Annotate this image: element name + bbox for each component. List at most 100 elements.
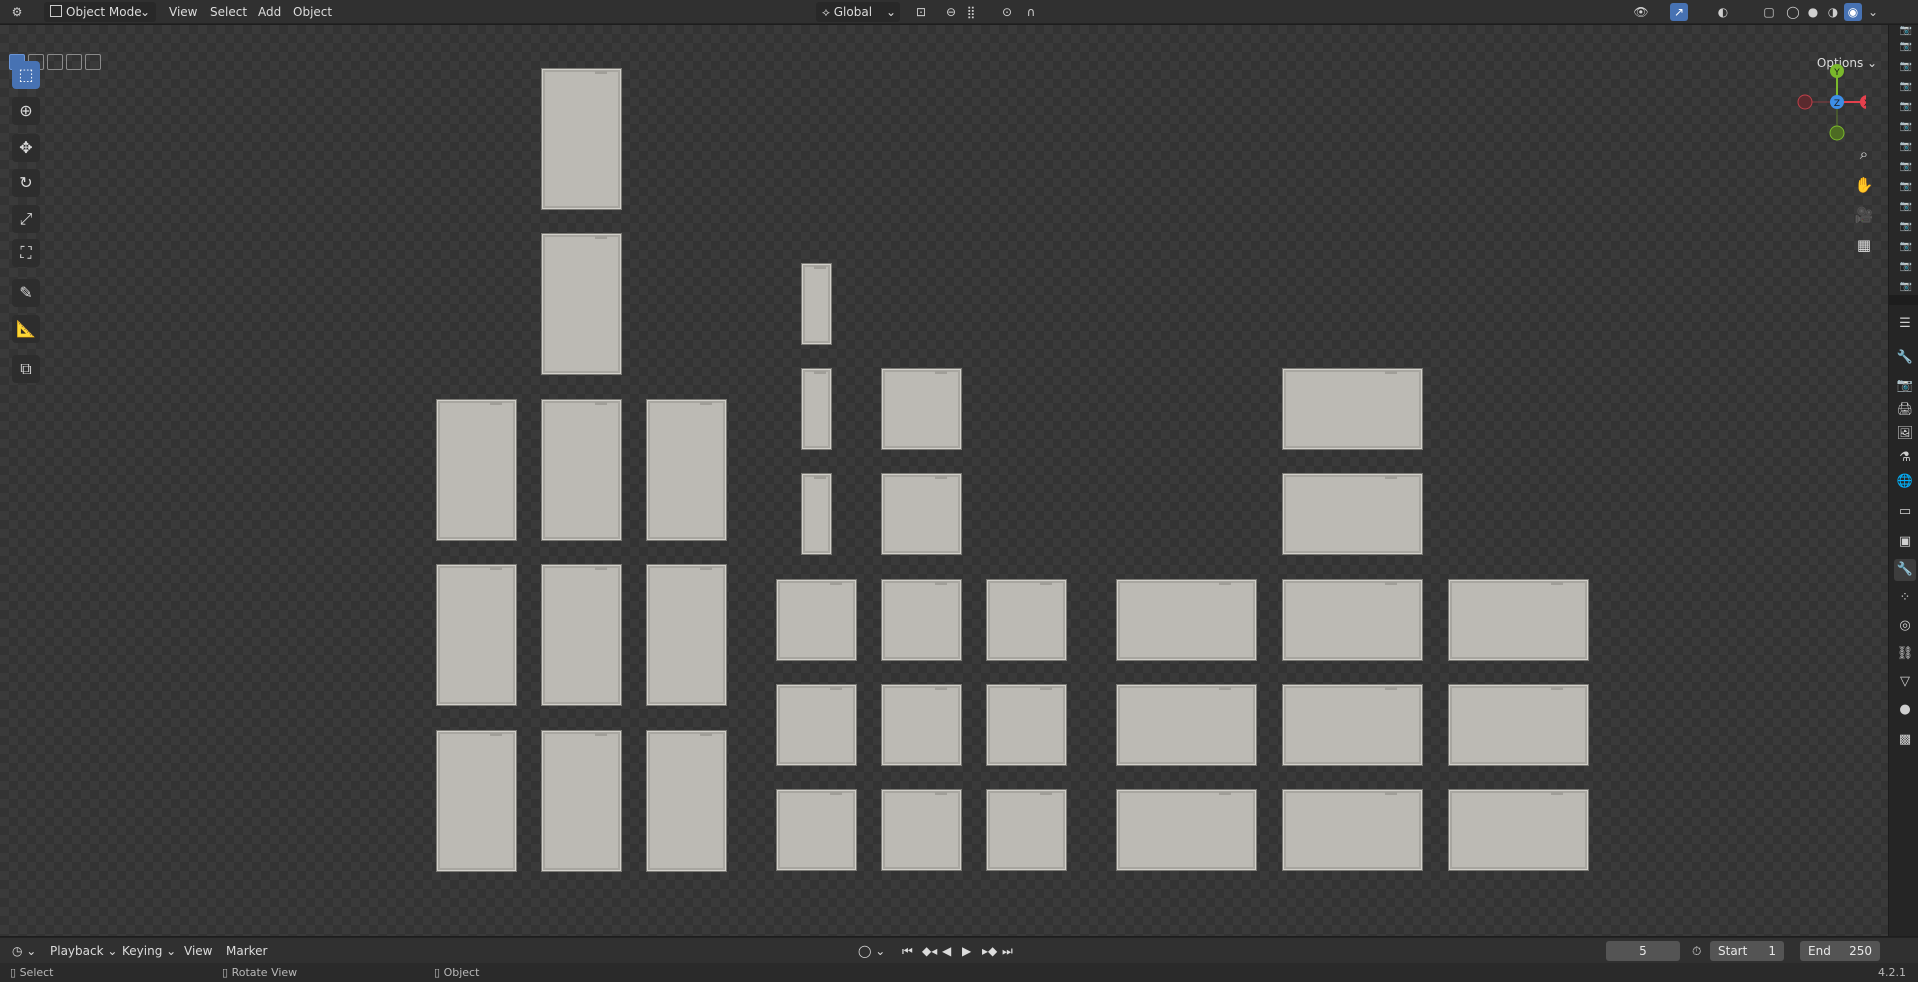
plane-object[interactable] xyxy=(986,684,1067,766)
plane-object[interactable] xyxy=(881,473,962,555)
plane-object[interactable] xyxy=(1116,789,1257,871)
properties-editor-icon[interactable]: ☰ xyxy=(1894,313,1916,335)
select-intersect-icon[interactable] xyxy=(85,54,101,70)
plane-object[interactable] xyxy=(1282,684,1423,766)
plane-object[interactable] xyxy=(541,399,622,541)
shading-options-icon[interactable]: ⌄ xyxy=(1864,3,1882,21)
plane-object[interactable] xyxy=(1282,789,1423,871)
constraints-properties-icon[interactable]: ⛓ xyxy=(1894,643,1916,665)
measure-tool[interactable]: 📐 xyxy=(12,315,40,343)
data-properties-icon[interactable]: ▽ xyxy=(1894,671,1916,693)
plane-object[interactable] xyxy=(1116,684,1257,766)
timeline-editor-icon[interactable]: ◷ ⌄ xyxy=(6,941,42,961)
move-tool[interactable]: ✥ xyxy=(12,134,40,162)
material-shading-icon[interactable]: ◑ xyxy=(1824,3,1842,21)
render-visibility-icon[interactable]: 📷 xyxy=(1899,81,1913,93)
auto-keying-icon[interactable]: ◯ ⌄ xyxy=(852,941,891,961)
pivot-point-icon[interactable]: ⊡ xyxy=(912,3,930,21)
visibility-icon[interactable]: 👁 xyxy=(1632,3,1650,21)
solid-shading-icon[interactable]: ● xyxy=(1804,3,1822,21)
menu-select[interactable]: Select xyxy=(204,2,253,22)
pan-hand-icon[interactable]: ✋ xyxy=(1852,173,1876,197)
play-icon[interactable]: ▶ xyxy=(956,941,977,961)
menu-object[interactable]: Object xyxy=(287,2,338,22)
zoom-icon[interactable]: ⌕ xyxy=(1852,142,1876,166)
plane-object[interactable] xyxy=(1282,579,1423,661)
plane-object[interactable] xyxy=(1448,579,1589,661)
plane-object[interactable] xyxy=(1116,579,1257,661)
plane-object[interactable] xyxy=(436,730,517,872)
render-visibility-icon[interactable]: 📷 xyxy=(1899,61,1913,73)
plane-object[interactable] xyxy=(541,233,622,375)
rendered-shading-icon[interactable]: ◉ xyxy=(1844,3,1862,21)
marker-menu[interactable]: Marker xyxy=(220,941,273,961)
overlays-icon[interactable]: ◐ xyxy=(1714,3,1732,21)
plane-object[interactable] xyxy=(436,399,517,541)
keying-menu[interactable]: Keying ⌄ xyxy=(116,941,182,961)
transform-tool[interactable]: ⛶ xyxy=(12,239,40,267)
plane-object[interactable] xyxy=(1448,789,1589,871)
plane-object[interactable] xyxy=(541,68,622,210)
physics-properties-icon[interactable]: ◎ xyxy=(1894,615,1916,637)
modifier-properties-icon[interactable]: 🔧 xyxy=(1894,559,1916,581)
plane-object[interactable] xyxy=(541,564,622,706)
proportional-editing-icon[interactable]: ⊙ xyxy=(998,3,1016,21)
render-visibility-icon[interactable]: 📷 xyxy=(1899,181,1913,193)
select-box-tool[interactable]: ⬚ xyxy=(12,61,40,89)
snap-target-icon[interactable]: ⣿ xyxy=(962,3,980,21)
collection-properties-icon[interactable]: ▭ xyxy=(1894,501,1916,523)
output-properties-icon[interactable]: 🖨 xyxy=(1894,399,1916,421)
render-visibility-icon[interactable]: 📷 xyxy=(1899,241,1913,253)
neg-y-axis-handle[interactable] xyxy=(1829,125,1845,141)
plane-object[interactable] xyxy=(646,730,727,872)
render-visibility-icon[interactable]: 📷 xyxy=(1899,101,1913,113)
camera-view-icon[interactable]: 🎥 xyxy=(1852,203,1876,227)
plane-object[interactable] xyxy=(801,473,832,555)
render-visibility-icon[interactable]: 📷 xyxy=(1899,121,1913,133)
plane-object[interactable] xyxy=(986,579,1067,661)
render-visibility-icon[interactable]: 📷 xyxy=(1899,201,1913,213)
menu-view[interactable]: View xyxy=(163,2,203,22)
menu-add[interactable]: Add xyxy=(252,2,287,22)
stopwatch-icon[interactable]: ⏱ xyxy=(1686,941,1707,961)
texture-properties-icon[interactable]: ▩ xyxy=(1894,729,1916,751)
plane-object[interactable] xyxy=(541,730,622,872)
outliner-strip[interactable]: 📷 📷 📷 📷 📷 📷 📷 📷 📷 📷 📷 📷 📷 📷 xyxy=(1888,25,1918,295)
add-cube-tool[interactable]: ⧉ xyxy=(12,355,40,383)
scale-tool[interactable]: ⤢ xyxy=(12,205,40,233)
start-frame-field[interactable]: Start 1 xyxy=(1710,941,1784,961)
render-visibility-icon[interactable]: 📷 xyxy=(1899,25,1913,37)
render-visibility-icon[interactable]: 📷 xyxy=(1899,281,1913,293)
plane-object[interactable] xyxy=(776,684,857,766)
render-visibility-icon[interactable]: 📷 xyxy=(1899,41,1913,53)
object-properties-icon[interactable]: ▣ xyxy=(1894,531,1916,553)
plane-object[interactable] xyxy=(801,368,832,450)
3d-viewport[interactable]: ⬚ ⊕ ✥ ↻ ⤢ ⛶ ✎ 📐 ⧉ Options ⌄ Y X Z ⌕ ✋ 🎥 … xyxy=(0,25,1888,936)
plane-object[interactable] xyxy=(881,684,962,766)
render-properties-icon[interactable]: 📷 xyxy=(1894,375,1916,397)
transform-orientation-dropdown[interactable]: ⟡ Global ⌄ xyxy=(816,2,900,22)
plane-object[interactable] xyxy=(881,579,962,661)
plane-object[interactable] xyxy=(1282,473,1423,555)
select-invert-icon[interactable] xyxy=(66,54,82,70)
render-visibility-icon[interactable]: 📷 xyxy=(1899,221,1913,233)
render-visibility-icon[interactable]: 📷 xyxy=(1899,161,1913,173)
gizmo-toggle-icon[interactable]: ↗ xyxy=(1670,3,1688,21)
plane-object[interactable] xyxy=(1448,684,1589,766)
end-frame-field[interactable]: End 250 xyxy=(1800,941,1880,961)
playback-menu[interactable]: Playback ⌄ xyxy=(44,941,123,961)
plane-object[interactable] xyxy=(776,789,857,871)
xray-icon[interactable]: ▢ xyxy=(1760,3,1778,21)
cursor-tool[interactable]: ⊕ xyxy=(12,97,40,125)
plane-object[interactable] xyxy=(986,789,1067,871)
rotate-tool[interactable]: ↻ xyxy=(12,169,40,197)
navigation-gizmo[interactable]: Y X Z xyxy=(1796,61,1866,143)
plane-object[interactable] xyxy=(776,579,857,661)
current-frame-field[interactable]: 5 xyxy=(1606,941,1680,961)
falloff-icon[interactable]: ∩ xyxy=(1022,3,1040,21)
world-properties-icon[interactable]: 🌐 xyxy=(1894,471,1916,493)
render-visibility-icon[interactable]: 📷 xyxy=(1899,261,1913,273)
plane-object[interactable] xyxy=(436,564,517,706)
particles-properties-icon[interactable]: ⁘ xyxy=(1894,587,1916,609)
neg-x-axis-handle[interactable] xyxy=(1797,94,1813,110)
